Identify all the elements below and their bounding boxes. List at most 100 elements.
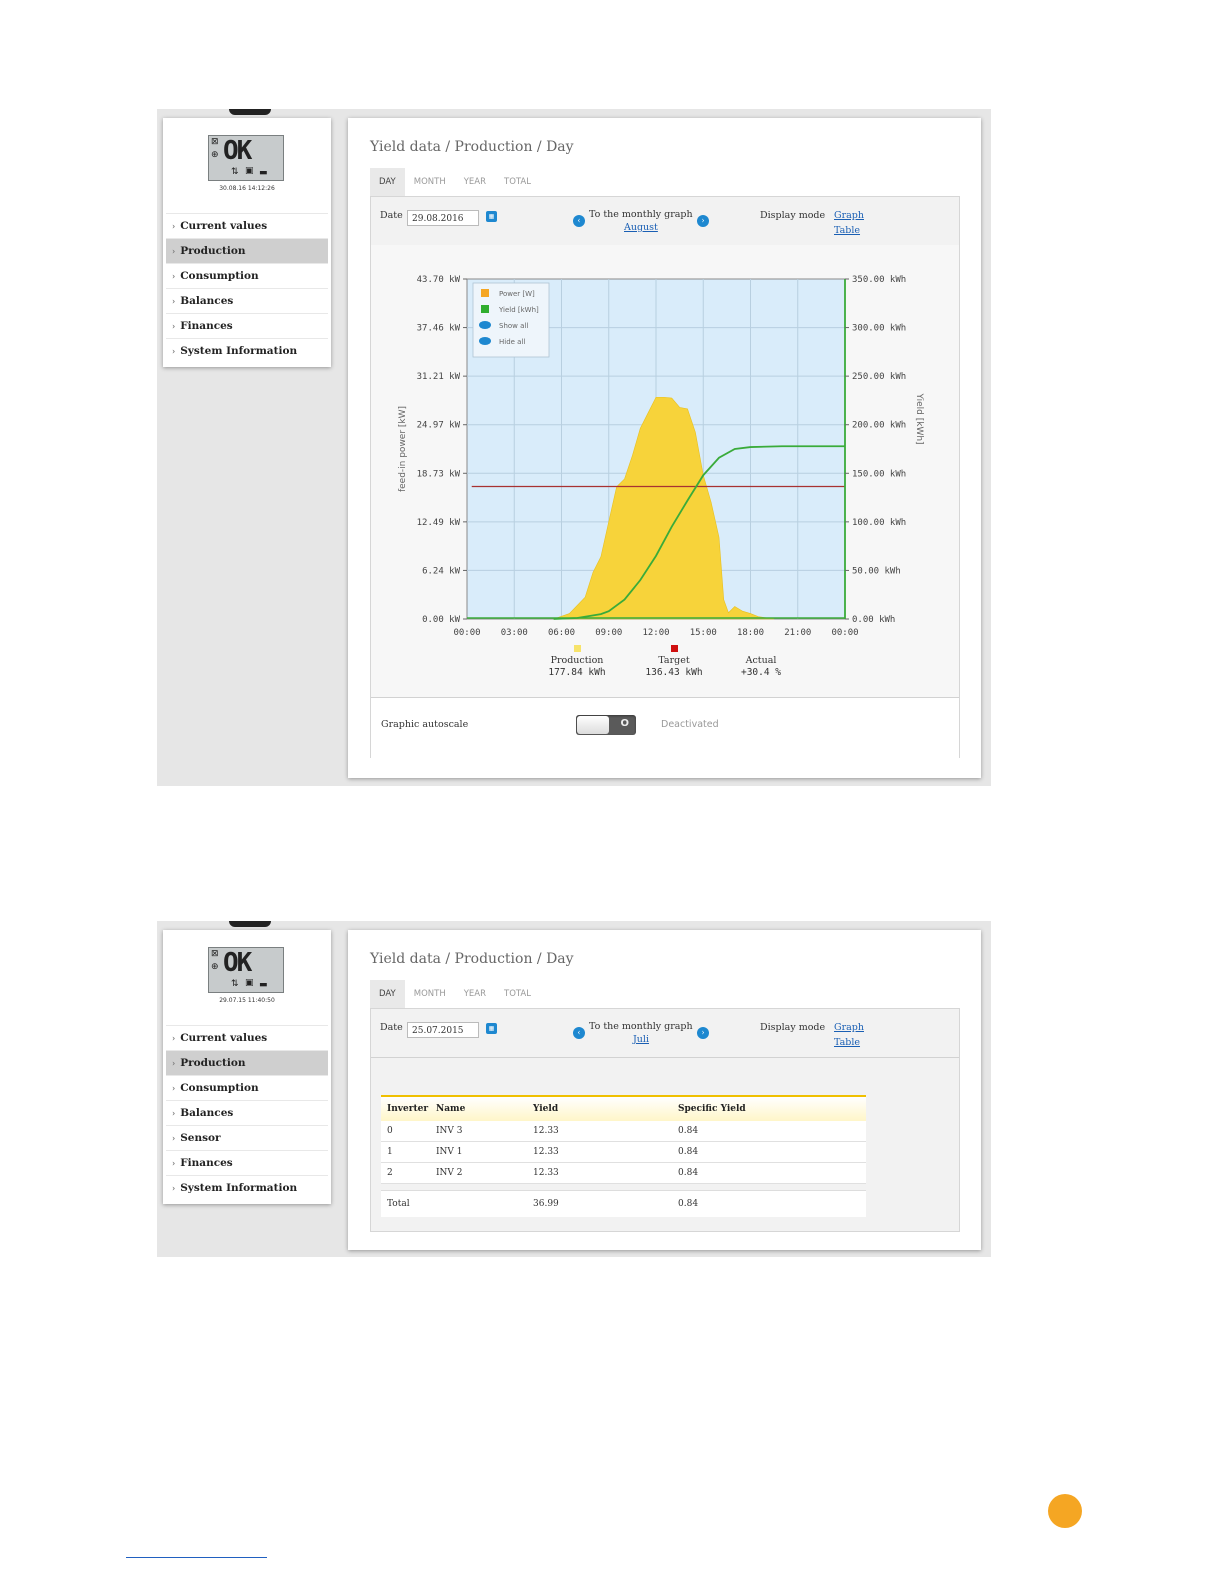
total-label: Total [387,1199,410,1209]
x-tick-label: 03:00 [501,628,528,638]
sidebar-item-consumption[interactable]: › Consumption [166,263,328,288]
tab-month[interactable]: MONTH [405,168,455,196]
chevron-right-icon: › [172,271,176,281]
tab-day[interactable]: DAY [370,980,405,1008]
chart-area: 43.70 kW 37.46 kW 31.21 kW 24.97 kW 18.73 kW… [371,245,959,697]
tab-month[interactable]: MONTH [405,980,455,1008]
page-title: Yield data / Production / Day [370,139,574,155]
sidebar-item-finances[interactable]: › Finances [166,1150,328,1175]
x-tick-label: 21:00 [784,628,811,638]
sidebar-item-system-information[interactable]: › System Information [166,338,328,363]
header-yield: Yield [533,1104,559,1114]
sidebar: ⊠ ⊕ OK ⇅ ▣ ▬ 29.07.15 11:40:50 › Current … [163,930,331,1204]
yield-chart: 43.70 kW 37.46 kW 31.21 kW 24.97 kW 18.73 kW… [398,275,924,678]
sidebar-item-label: Finances [180,1157,233,1169]
chevron-right-icon: › [172,1108,176,1118]
lcd-timestamp: 29.07.15 11:40:50 [219,997,275,1004]
date-input[interactable]: 25.07.2015 [407,1022,479,1038]
calendar-icon[interactable]: ▦ [486,1023,497,1034]
sidebar-item-sensor[interactable]: › Sensor [166,1125,328,1150]
sidebar-item-label: Balances [180,1107,234,1119]
legend-eye-icon [479,337,491,345]
x-tick-label: 00:00 [831,628,858,638]
prev-arrow-icon[interactable]: ‹ [573,215,585,227]
summary-swatch [671,645,678,652]
header-inverter: Inverter [387,1104,429,1114]
content-panel: Date 25.07.2015 ▦ ‹ To the monthly graph… [370,1008,960,1232]
lcd-panel: ⊠ ⊕ OK ⇅ ▣ ▬ 29.07.15 11:40:50 [163,930,331,1025]
sidebar-item-consumption[interactable]: › Consumption [166,1075,328,1100]
date-label: Date [380,210,403,221]
sidebar-item-system-information[interactable]: › System Information [166,1175,328,1200]
prev-arrow-icon[interactable]: ‹ [573,1027,585,1039]
legend-swatch [481,289,489,297]
cell-inverter: 1 [387,1147,393,1157]
chevron-right-icon: › [172,1183,176,1193]
autoscale-toggle[interactable]: O [576,715,636,735]
lcd-globe-icon: ⊕ [211,962,219,972]
sidebar-item-balances[interactable]: › Balances [166,1100,328,1125]
legend-swatch [481,305,489,313]
table-header: Inverter Name Yield Specific Yield [381,1095,866,1121]
sidebar-item-current-values[interactable]: › Current values [166,1025,328,1050]
summary-label: Target [658,655,690,666]
sidebar-item-current-values[interactable]: › Current values [166,213,328,238]
x-tick-label: 06:00 [548,628,575,638]
sidebar-item-production[interactable]: › Production [166,238,328,263]
autoscale-label: Graphic autoscale [381,719,469,730]
table-row: 1 INV 1 12.33 0.84 [381,1142,866,1163]
tab-total[interactable]: TOTAL [495,168,540,196]
sidebar-item-label: Current values [180,220,268,232]
legend-label: Show all [499,322,528,330]
tab-bar: DAY MONTH YEAR TOTAL [370,168,540,196]
sidebar-item-label: Consumption [180,270,259,282]
left-tick-label: 0.00 kW [422,615,461,625]
lcd-status-text: OK [223,136,252,166]
lcd-box-icon: ⊠ [211,137,219,147]
next-arrow-icon[interactable]: › [697,1027,709,1039]
next-arrow-icon[interactable]: › [697,215,709,227]
display-mode-graph-link[interactable]: Graph [834,1022,864,1033]
summary-swatch [574,645,581,652]
left-axis-title: feed-in power [kW] [398,406,408,492]
x-tick-label: 12:00 [642,628,669,638]
right-tick-label: 350.00 kWh [852,275,906,285]
month-link[interactable]: August [624,222,658,233]
lcd-display: ⊠ ⊕ OK ⇅ ▣ ▬ [208,947,284,993]
calendar-icon[interactable]: ▦ [486,211,497,222]
display-mode-table-link[interactable]: Table [834,1037,860,1048]
summary-value: 136.43 kWh [645,667,702,678]
tab-total[interactable]: TOTAL [495,980,540,1008]
x-tick-label: 18:00 [737,628,764,638]
sidebar-item-label: System Information [180,1182,298,1194]
header-specific-yield: Specific Yield [678,1104,746,1114]
cell-yield: 12.33 [533,1126,559,1136]
lcd-battery-icon: ▬ [259,980,268,990]
chevron-right-icon: › [172,296,176,306]
tab-day[interactable]: DAY [370,168,405,196]
display-mode-graph-link[interactable]: Graph [834,210,864,221]
sidebar-item-balances[interactable]: › Balances [166,288,328,313]
right-tick-label: 0.00 kWh [852,615,895,625]
toolbar: Date 25.07.2015 ▦ ‹ To the monthly graph… [371,1009,959,1058]
tab-year[interactable]: YEAR [455,168,495,196]
cell-yield: 12.33 [533,1147,559,1157]
tab-year[interactable]: YEAR [455,980,495,1008]
date-input[interactable]: 29.08.2016 [407,210,479,226]
x-tick-label: 15:00 [690,628,717,638]
lcd-grid-icon: ▣ [245,978,254,988]
device-edge [229,921,271,927]
right-tick-label: 200.00 kWh [852,421,906,431]
left-tick-label: 24.97 kW [417,421,461,431]
legend-eye-icon [479,321,491,329]
sidebar-item-label: Production [180,1057,246,1069]
display-mode-table-link[interactable]: Table [834,225,860,236]
sidebar-item-production[interactable]: › Production [166,1050,328,1075]
total-yield: 36.99 [533,1199,559,1209]
main-content: Yield data / Production / Day DAY MONTH … [348,930,981,1250]
cell-yield: 12.33 [533,1168,559,1178]
month-link[interactable]: Juli [633,1034,649,1045]
sidebar-item-finances[interactable]: › Finances [166,313,328,338]
legend-label: Power [W] [499,290,535,298]
sidebar-item-label: Finances [180,320,233,332]
